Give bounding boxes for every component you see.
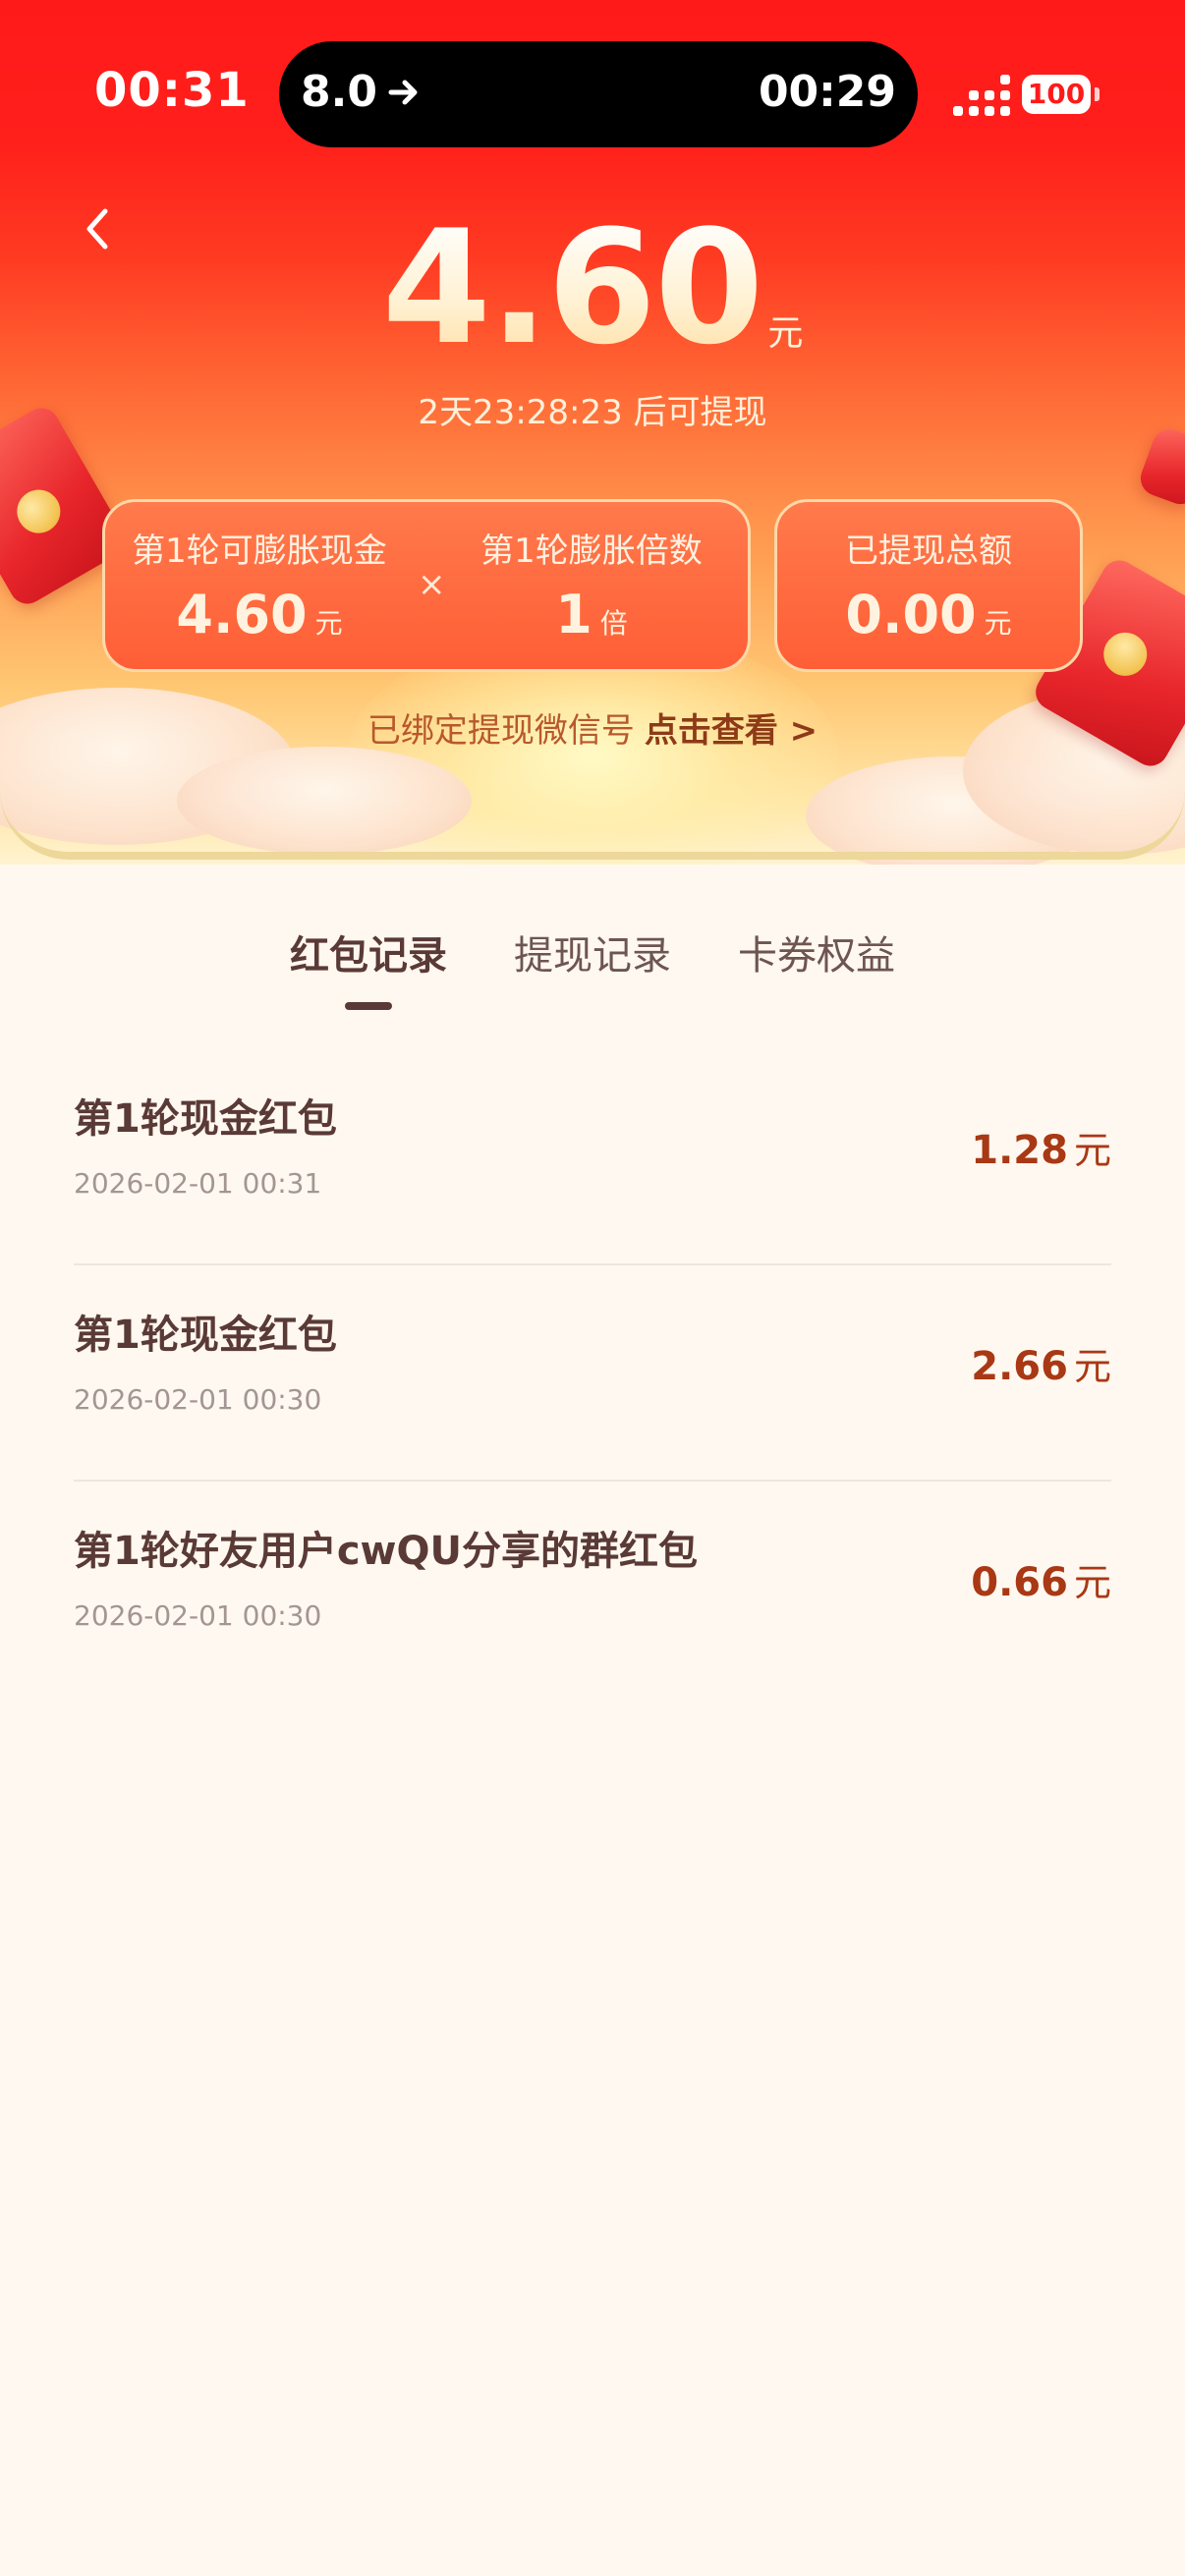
island-left: 8.0 bbox=[301, 67, 421, 117]
balance-unit: 元 bbox=[767, 313, 804, 354]
list-item: 第1轮现金红包 2026-02-01 00:30 2.66 元 bbox=[74, 1265, 1111, 1482]
tab-red-packet-records[interactable]: 红包记录 bbox=[290, 924, 447, 1010]
balance-display: 4.60 元 bbox=[0, 196, 1185, 379]
record-amount: 0.66 元 bbox=[971, 1552, 1111, 1606]
list-item: 第1轮好友用户cwQU分享的群红包 2026-02-01 00:30 0.66 元 bbox=[74, 1482, 1111, 1698]
multiplier-unit: 倍 bbox=[599, 607, 628, 640]
record-amount-unit: 元 bbox=[1073, 1345, 1111, 1388]
wechat-binding-text: 已绑定提现微信号 bbox=[367, 711, 635, 751]
inflatable-cash-label: 第1轮可膨胀现金 bbox=[132, 532, 387, 571]
withdrawn-total-value: 0.00 元 bbox=[777, 584, 1080, 645]
navigation-arrow-icon bbox=[388, 80, 418, 104]
dynamic-island: 8.0 00:29 bbox=[279, 41, 918, 147]
record-amount-number: 1.28 bbox=[971, 1128, 1068, 1173]
record-time: 2026-02-01 00:30 bbox=[74, 1383, 322, 1416]
battery-icon: 100 bbox=[1022, 75, 1091, 114]
record-amount-unit: 元 bbox=[1073, 1129, 1111, 1172]
withdrawn-total-number: 0.00 bbox=[845, 584, 977, 645]
record-title: 第1轮好友用户cwQU分享的群红包 bbox=[74, 1529, 698, 1574]
view-wechat-link[interactable]: 点击查看 > bbox=[645, 711, 818, 751]
tab-label: 红包记录 bbox=[290, 933, 447, 979]
multiplier-stat: 第1轮膨胀倍数 1倍 bbox=[459, 524, 724, 645]
record-amount-number: 0.66 bbox=[971, 1560, 1068, 1605]
withdrawn-total-unit: 元 bbox=[984, 607, 1012, 640]
list-item: 第1轮现金红包 2026-02-01 00:31 1.28 元 bbox=[74, 1049, 1111, 1265]
tab-withdraw-records[interactable]: 提现记录 bbox=[514, 924, 671, 1000]
inflation-card: 第1轮可膨胀现金 4.60 元 × 第1轮膨胀倍数 1倍 bbox=[102, 499, 751, 672]
inflatable-cash-stat: 第1轮可膨胀现金 4.60 元 bbox=[127, 524, 392, 645]
battery-tip bbox=[1095, 87, 1100, 101]
status-time: 00:31 bbox=[94, 63, 250, 118]
record-time: 2026-02-01 00:30 bbox=[74, 1599, 322, 1632]
multiplier-value: 1倍 bbox=[459, 584, 724, 645]
record-amount: 1.28 元 bbox=[971, 1120, 1111, 1174]
inflatable-cash-unit: 元 bbox=[314, 607, 343, 640]
withdrawn-total-card: 已提现总额 0.00 元 bbox=[774, 499, 1083, 672]
record-time: 2026-02-01 00:31 bbox=[74, 1167, 322, 1200]
banner-edge bbox=[0, 756, 1185, 860]
red-packet-record-list: 第1轮现金红包 2026-02-01 00:31 1.28 元 第1轮现金红包 2… bbox=[74, 1049, 1111, 1698]
withdrawn-total-label: 已提现总额 bbox=[845, 532, 1012, 571]
withdrawn-total-stat: 已提现总额 0.00 元 bbox=[777, 524, 1080, 645]
multiplier-number: 1 bbox=[555, 584, 592, 645]
multiply-operator: × bbox=[418, 565, 446, 604]
record-title: 第1轮现金红包 bbox=[74, 1313, 337, 1358]
record-amount-unit: 元 bbox=[1073, 1561, 1111, 1604]
island-right-text: 00:29 bbox=[758, 67, 896, 117]
active-tab-indicator bbox=[345, 1002, 392, 1010]
tab-coupon-benefits[interactable]: 卡券权益 bbox=[738, 924, 895, 1000]
cellular-signal-icon bbox=[953, 75, 1010, 116]
withdraw-countdown: 2天23:28:23 后可提现 bbox=[418, 393, 767, 432]
tab-label: 提现记录 bbox=[514, 933, 671, 979]
status-bar: 00:31 8.0 00:29 100 bbox=[0, 0, 1185, 147]
wechat-binding-info: 已绑定提现微信号 点击查看 > bbox=[0, 703, 1185, 752]
red-envelope-decoration bbox=[1135, 423, 1185, 510]
island-left-text: 8.0 bbox=[301, 67, 377, 117]
record-amount-number: 2.66 bbox=[971, 1344, 1068, 1389]
inflatable-cash-value: 4.60 元 bbox=[127, 584, 392, 645]
tab-label: 卡券权益 bbox=[738, 933, 895, 979]
balance-amount: 4.60 bbox=[381, 196, 764, 379]
record-tabs: 红包记录 提现记录 卡券权益 bbox=[0, 924, 1185, 1010]
inflatable-cash-number: 4.60 bbox=[176, 584, 308, 645]
record-title: 第1轮现金红包 bbox=[74, 1096, 337, 1142]
record-amount: 2.66 元 bbox=[971, 1336, 1111, 1390]
multiplier-label: 第1轮膨胀倍数 bbox=[480, 532, 703, 571]
